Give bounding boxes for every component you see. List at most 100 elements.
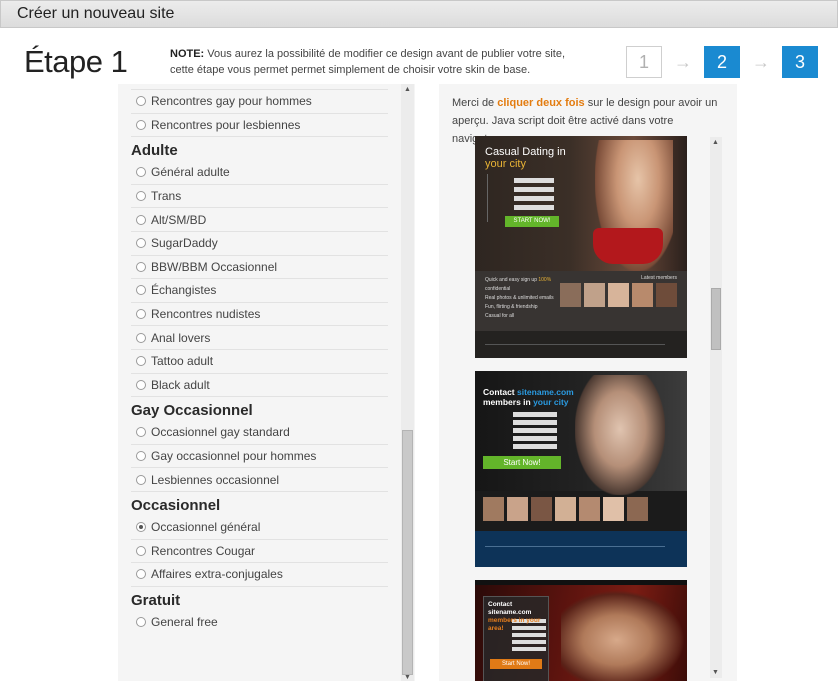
- step-1-indicator[interactable]: 1: [626, 46, 662, 78]
- radio-icon[interactable]: [136, 214, 146, 225]
- option-bbw-bbm[interactable]: BBW/BBM Occasionnel: [131, 256, 388, 280]
- category-list: Rencontres gay pour hommes Rencontres po…: [131, 84, 388, 634]
- option-label: Lesbiennes occasionnel: [151, 472, 280, 487]
- radio-icon[interactable]: [136, 379, 146, 390]
- radio-icon[interactable]: [136, 238, 146, 249]
- option-occasionnel-gay-standard[interactable]: Occasionnel gay standard: [131, 421, 388, 445]
- option-general-adulte[interactable]: Général adulte: [131, 161, 388, 185]
- option-rencontres-gay-hommes[interactable]: Rencontres gay pour hommes: [131, 90, 388, 114]
- category-heading-gay-occasionnel: Gay Occasionnel: [131, 402, 253, 420]
- radio-icon[interactable]: [136, 261, 146, 272]
- radio-icon[interactable]: [136, 569, 146, 580]
- scroll-down-arrow-icon[interactable]: ▼: [404, 674, 411, 681]
- headline-line-2: your city: [485, 158, 526, 170]
- radio-icon[interactable]: [136, 427, 146, 438]
- thumbnail-headline: Casual Dating in your city: [485, 146, 566, 170]
- headline-line-1: Contact: [483, 387, 515, 397]
- option-label: General free: [151, 615, 218, 630]
- option-label: Occasionnel général: [151, 520, 261, 535]
- headline-line-1: Contact: [488, 601, 513, 608]
- member-photo: [531, 497, 552, 521]
- option-alt-sm-bd[interactable]: Alt/SM/BD: [131, 208, 388, 232]
- feature-2: Real photos & unlimited emails: [485, 295, 554, 301]
- headline-line-2: members in your area!: [488, 617, 541, 632]
- member-photos: [483, 497, 648, 521]
- option-general-free[interactable]: General free: [131, 611, 388, 635]
- thumbnail-signup-box: Contact sitename.com members in your are…: [483, 596, 549, 681]
- radio-icon[interactable]: [136, 285, 146, 296]
- option-occasionnel-general[interactable]: Occasionnel général: [131, 516, 388, 540]
- headline-brand: sitename.com: [488, 609, 532, 616]
- thumbnail-signup-form: [487, 174, 557, 222]
- radio-icon[interactable]: [136, 545, 146, 556]
- option-lesbiennes-occasionnel[interactable]: Lesbiennes occasionnel: [131, 468, 388, 492]
- step-2-indicator[interactable]: 2: [704, 46, 740, 78]
- feature-4: Casual for all: [485, 313, 515, 319]
- scroll-down-arrow-icon[interactable]: ▼: [712, 669, 719, 676]
- option-label: Gay occasionnel pour hommes: [151, 449, 317, 464]
- option-trans[interactable]: Trans: [131, 185, 388, 209]
- radio-icon[interactable]: [136, 119, 146, 130]
- option-label: Rencontres pour lesbiennes: [151, 117, 301, 132]
- template-thumbnail-1[interactable]: Casual Dating in your city START NOW! Qu…: [475, 136, 687, 358]
- member-photo: [507, 497, 528, 521]
- member-photo: [632, 283, 653, 307]
- category-list-panel: Rencontres gay pour hommes Rencontres po…: [118, 84, 415, 681]
- member-photo: [584, 283, 605, 307]
- radio-icon[interactable]: [136, 167, 146, 178]
- note-label: NOTE:: [170, 48, 205, 60]
- template-preview-panel: Merci de cliquer deux fois sur le design…: [439, 84, 737, 681]
- option-anal-lovers[interactable]: Anal lovers: [131, 326, 388, 350]
- option-echangistes[interactable]: Échangistes: [131, 279, 388, 303]
- radio-icon[interactable]: [136, 617, 146, 628]
- arrow-right-icon: →: [752, 51, 770, 72]
- radio-icon[interactable]: [136, 356, 146, 367]
- category-list-scrollbar[interactable]: ▲ ▼: [401, 84, 414, 681]
- radio-icon[interactable]: [136, 96, 146, 107]
- radio-icon[interactable]: [136, 309, 146, 320]
- option-label: Black adult: [151, 377, 210, 392]
- option-black-adult[interactable]: Black adult: [131, 374, 388, 398]
- step-3-indicator[interactable]: 3: [782, 46, 818, 78]
- template-thumbnail-2[interactable]: Contact sitename.com members in your cit…: [475, 371, 687, 567]
- feature-3: Fun, flirting & friendship: [485, 304, 538, 310]
- option-label: Échangistes: [151, 283, 217, 298]
- option-rencontres-cougar[interactable]: Rencontres Cougar: [131, 540, 388, 564]
- option-tattoo-adult[interactable]: Tattoo adult: [131, 350, 388, 374]
- step-title: Étape 1: [24, 44, 128, 79]
- radio-icon[interactable]: [136, 191, 146, 202]
- headline-line-2-highlight: your city: [533, 397, 569, 407]
- option-label: Tattoo adult: [151, 354, 214, 369]
- option-sugardaddy[interactable]: SugarDaddy: [131, 232, 388, 256]
- scroll-up-arrow-icon[interactable]: ▲: [712, 139, 719, 146]
- radio-icon[interactable]: [136, 451, 146, 462]
- thumbnail-top-strip: [475, 580, 687, 585]
- option-label: Rencontres nudistes: [151, 307, 261, 322]
- option-rencontres-nudistes[interactable]: Rencontres nudistes: [131, 303, 388, 327]
- radio-checked-icon[interactable]: [136, 522, 146, 533]
- member-photo: [483, 497, 504, 521]
- latest-members-label: Latest members: [641, 275, 677, 281]
- radio-icon[interactable]: [136, 474, 146, 485]
- radio-icon[interactable]: [136, 332, 146, 343]
- scrollbar-thumb[interactable]: [711, 288, 721, 350]
- option-rencontres-lesbiennes[interactable]: Rencontres pour lesbiennes: [131, 114, 388, 138]
- option-gay-occasionnel-hommes[interactable]: Gay occasionnel pour hommes: [131, 445, 388, 469]
- template-thumbnail-3[interactable]: Contact sitename.com members in your are…: [475, 580, 687, 681]
- page-header-bar: Créer un nouveau site: [0, 0, 838, 28]
- option-label: Anal lovers: [151, 330, 211, 345]
- member-photo: [656, 283, 677, 307]
- thumbnail-model-image: [575, 375, 665, 495]
- feature-1-highlight: 100%: [538, 277, 552, 283]
- step-note: NOTE: Vous aurez la possibilité de modif…: [170, 46, 590, 78]
- member-photos: [560, 283, 677, 307]
- scrollbar-thumb[interactable]: [402, 430, 413, 675]
- thumbnail-cta-button: START NOW!: [505, 216, 559, 227]
- thumbnail-footer: [475, 331, 687, 358]
- thumbnail-signup-form: [483, 409, 563, 449]
- template-list-scrollbar[interactable]: ▲ ▼: [710, 137, 722, 678]
- headline-brand: sitename.com: [517, 387, 574, 397]
- scroll-up-arrow-icon[interactable]: ▲: [404, 86, 411, 93]
- member-photo: [555, 497, 576, 521]
- option-affaires-extra-conjugales[interactable]: Affaires extra-conjugales: [131, 563, 388, 587]
